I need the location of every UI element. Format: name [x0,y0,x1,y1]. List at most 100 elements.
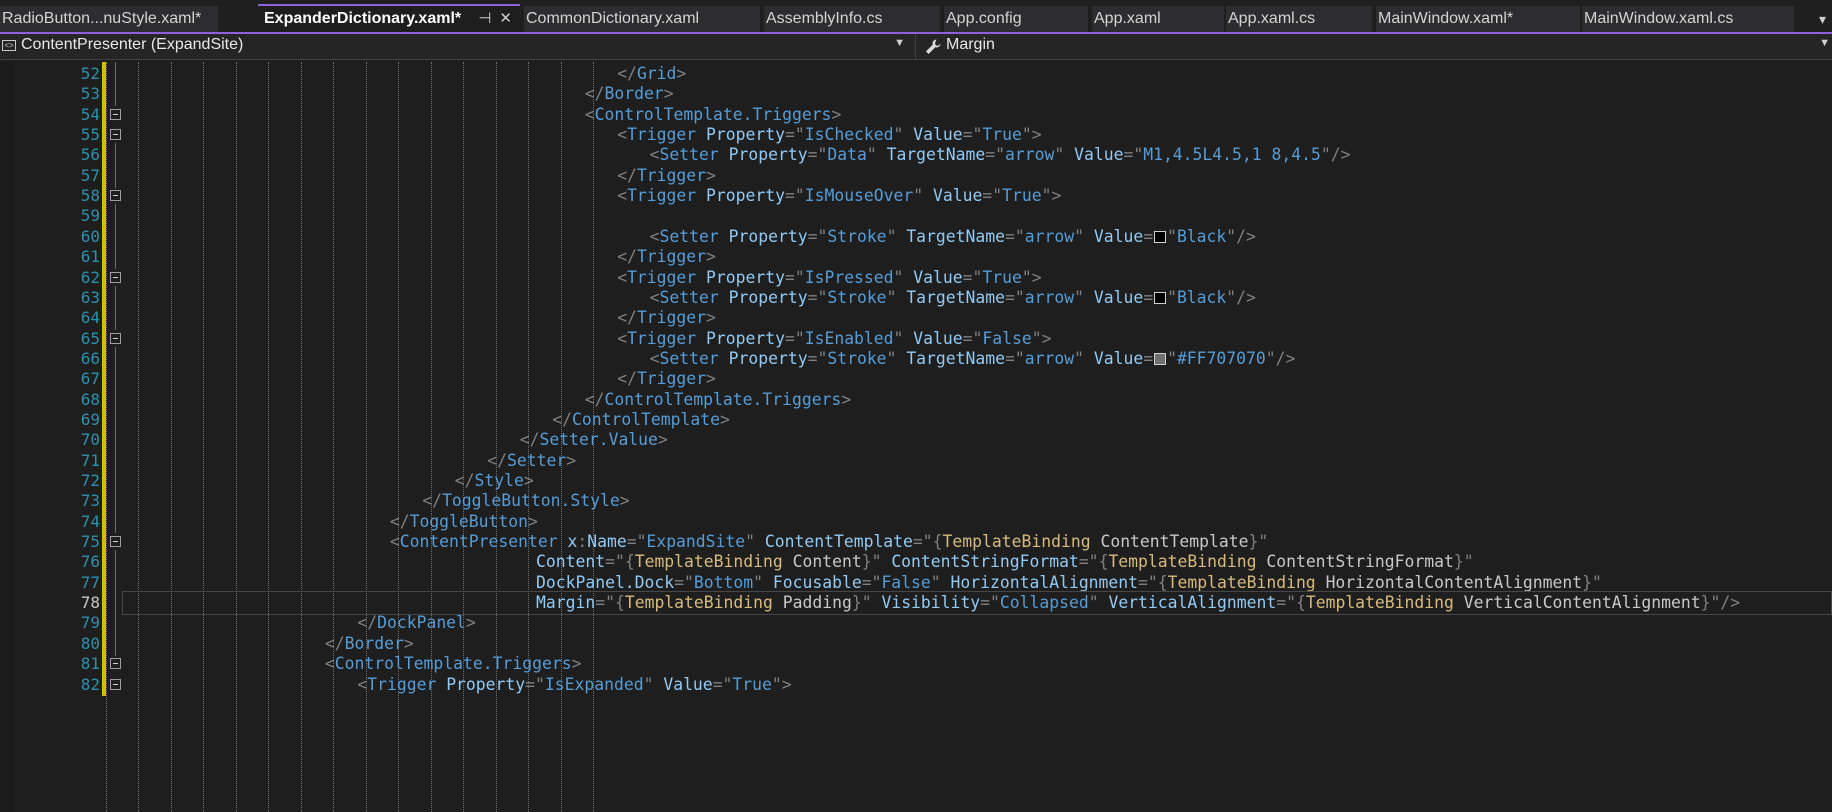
collapse-icon[interactable] [110,658,121,670]
code-token: =" [982,186,1003,206]
code-token: < [649,145,660,165]
tab-mainwindow-xaml-cs[interactable]: MainWindow.xaml.cs [1582,6,1794,32]
code-token: Value [663,674,713,694]
code-token: Setter [507,450,567,470]
color-swatch[interactable] [1154,352,1167,365]
code-token: > [663,84,674,104]
code-token: Property [728,226,808,246]
code-token: </ [552,409,572,429]
tab-radiobutton-menustyle[interactable]: RadioButton...nuStyle.xaml* [0,6,218,32]
color-swatch[interactable] [1154,291,1167,304]
code-token: x [567,532,578,552]
element-icon: <> [2,40,16,51]
collapse-icon[interactable] [110,129,121,141]
code-token: Property [728,348,808,368]
code-token: =" [712,674,733,694]
code-token: { [932,532,943,552]
code-token: Value [913,267,963,287]
code-token: { [614,593,625,613]
color-swatch[interactable] [1154,230,1167,243]
code-token: </ [324,633,345,653]
code-token: Setter [659,348,719,368]
code-token: </ [519,430,540,450]
code-token: " [886,348,897,368]
collapse-icon[interactable] [110,678,121,690]
code-token: } [1582,572,1593,592]
collapse-icon[interactable] [110,108,121,120]
code-token: True [1002,186,1042,206]
code-token: =" [626,532,647,552]
code-token: " [1167,348,1177,368]
code-token: > [720,409,730,429]
code-token: =" [674,572,694,592]
pin-icon[interactable]: ⊣ [478,10,491,27]
member-dropdown[interactable]: Margin ▼ [920,34,1832,60]
code-token: = [1143,287,1154,307]
code-token: Value [1093,287,1144,307]
code-token: " [893,328,904,348]
code-token: > [706,247,716,267]
code-text: <Trigger Property="IsExpanded" Value="Tr… [357,673,791,697]
code-token: </ [357,613,378,633]
code-token: Stroke [827,287,887,307]
tab-commondictionary[interactable]: CommonDictionary.xaml [524,6,760,32]
tab-app-xaml-cs[interactable]: App.xaml.cs [1226,6,1372,32]
code-token: =" [784,328,805,348]
code-token: } [861,552,872,572]
code-token: Property [706,328,785,348]
code-token: Setter [659,287,719,307]
tab-label: RadioButton...nuStyle.xaml* [2,10,202,27]
code-token: " [1088,593,1099,613]
code-token: Trigger [627,125,697,145]
code-token: DockPanel.Dock [536,572,675,592]
code-token: False [982,328,1032,348]
tab-app-xaml[interactable]: App.xaml [1092,6,1224,32]
code-token: { [624,552,635,572]
tab-overflow-chevron-icon[interactable]: ▾ [1819,6,1826,32]
code-token: ControlTemplate.Triggers [334,654,572,674]
code-token: ControlTemplate [571,409,721,429]
code-editor[interactable]: 52 </Grid> 53 </Border> 54 <ControlTemplate.T… [0,62,1832,812]
code-token: M1,4.5L4.5,1 8,4.5 [1143,145,1321,165]
tab-label: AssemblyInfo.cs [766,10,883,27]
code-token: " [893,267,904,287]
collapse-icon[interactable] [110,332,121,344]
tab-app-config[interactable]: App.config [944,6,1088,32]
collapse-icon[interactable] [110,271,121,283]
code-token: " [913,186,924,206]
close-icon[interactable]: ✕ [499,10,512,27]
code-token: " [1054,145,1065,165]
code-token: " [1167,226,1177,246]
code-token: ToggleButton.Style [442,491,620,511]
code-token: Setter [659,145,719,165]
tab-mainwindow-xaml[interactable]: MainWindow.xaml* [1376,6,1580,32]
code-token: } [851,593,862,613]
collapse-icon[interactable] [110,190,121,202]
code-token: } [1453,552,1464,572]
code-token: =" [807,348,828,368]
code-token: > [706,165,716,185]
collapse-icon[interactable] [110,536,121,548]
code-token: > [831,104,842,124]
code-token: Border [604,84,664,104]
code-token: "/> [1265,348,1296,368]
code-line[interactable]: 82 <Trigger Property="IsExpanded" Value="… [0,672,1832,697]
code-token: </ [487,450,508,470]
code-token: Trigger [636,247,707,267]
navigation-bar: <> ContentPresenter (ExpandSite) ▼ Margi… [0,34,1832,60]
code-token: Collapsed [999,593,1089,613]
code-token: arrow [1024,348,1075,368]
code-token: =" [985,145,1006,165]
tab-expanderdictionary[interactable]: ExpanderDictionary.xaml* ⊣ ✕ [258,4,520,32]
tab-assemblyinfo[interactable]: AssemblyInfo.cs [764,6,940,32]
scope-dropdown[interactable]: <> ContentPresenter (ExpandSite) ▼ [0,34,916,60]
